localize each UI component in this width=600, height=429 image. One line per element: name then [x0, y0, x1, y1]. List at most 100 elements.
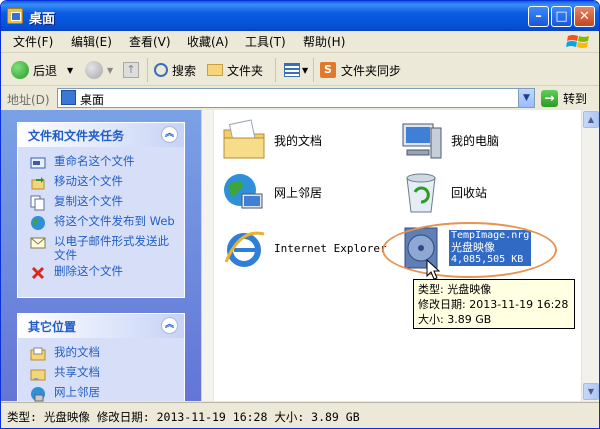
- highlight-ellipse: [382, 222, 557, 278]
- scroll-up-icon[interactable]: ▲: [583, 111, 599, 128]
- globe-icon: [31, 216, 45, 230]
- my-documents-icon: [30, 347, 46, 361]
- views-icon: [284, 63, 300, 77]
- search-button[interactable]: 搜索: [147, 58, 196, 82]
- up-folder-button[interactable]: ↑: [123, 58, 139, 82]
- file-tasks-title: 文件和文件夹任务: [28, 129, 125, 143]
- rename-icon: [30, 157, 46, 169]
- other-places-panel: 其它位置 ︽ 我的文档 共享文档 网上邻居: [17, 313, 185, 404]
- network-icon: [31, 387, 45, 402]
- forward-button[interactable]: ▼: [85, 58, 113, 82]
- folders-button[interactable]: 文件夹: [207, 58, 263, 82]
- forward-arrow-icon: [85, 61, 103, 79]
- delete-icon: [31, 266, 45, 280]
- shared-folder-icon: [30, 369, 46, 381]
- explorer-window: 桌面 – □ ✕ 文件(F) 编辑(E) 查看(V) 收藏(A) 工具(T) 帮…: [0, 0, 600, 429]
- task-copy[interactable]: 复制这个文件: [18, 193, 184, 213]
- up-folder-icon: ↑: [123, 62, 139, 78]
- window-title: 桌面: [29, 12, 56, 27]
- task-delete[interactable]: 删除这个文件: [18, 263, 184, 283]
- maximize-button[interactable]: □: [551, 6, 572, 27]
- item-label: 回收站: [451, 185, 488, 200]
- search-icon: [154, 63, 168, 77]
- item-internet-explorer[interactable]: Internet Explorer: [220, 224, 387, 272]
- go-button[interactable]: → 转到: [541, 89, 587, 107]
- my-documents-folder-icon: [223, 119, 265, 159]
- menu-favorites[interactable]: 收藏(A): [187, 34, 229, 50]
- item-label: 网上邻居: [274, 185, 323, 200]
- folder-sync-button[interactable]: S 文件夹同步: [313, 58, 401, 82]
- back-arrow-icon: [11, 61, 29, 79]
- windows-logo-icon: [566, 35, 589, 48]
- address-bar: 地址(D) 桌面 ▼ → 转到: [1, 87, 599, 109]
- tooltip-type: 类型: 光盘映像: [418, 283, 492, 296]
- email-icon: [30, 237, 46, 249]
- task-rename[interactable]: 重命名这个文件: [18, 153, 184, 173]
- mouse-cursor-icon: [426, 259, 441, 280]
- collapse-chevron-icon[interactable]: ︽: [161, 317, 178, 334]
- network-places-icon: [224, 174, 263, 209]
- menu-view[interactable]: 查看(V): [129, 34, 171, 50]
- place-shared-documents[interactable]: 共享文档: [18, 364, 184, 384]
- file-tooltip: 类型: 光盘映像 修改日期: 2013-11-19 16:28 大小: 3.89…: [413, 279, 575, 329]
- title-bar[interactable]: 桌面 – □ ✕: [1, 1, 599, 31]
- views-dropdown-icon: ▼: [302, 65, 309, 75]
- place-my-documents[interactable]: 我的文档: [18, 344, 184, 364]
- menu-file[interactable]: 文件(F): [13, 34, 53, 50]
- address-value: 桌面: [80, 93, 105, 107]
- item-label: 我的文档: [274, 133, 323, 148]
- menu-tools[interactable]: 工具(T): [245, 34, 286, 50]
- address-input[interactable]: 桌面 ▼: [57, 88, 535, 108]
- back-label: 后退: [33, 63, 58, 78]
- item-network-places[interactable]: 网上邻居: [220, 168, 322, 216]
- address-dropdown-icon[interactable]: ▼: [518, 89, 534, 107]
- file-tasks-panel: 文件和文件夹任务 ︽ 重命名这个文件 移动这个文件 复制这个文件 将这个文件发布…: [17, 122, 185, 298]
- copy-icon: [30, 195, 45, 211]
- go-arrow-icon: →: [541, 89, 558, 107]
- status-text: 类型: 光盘映像 修改日期: 2013-11-19 16:28 大小: 3.89…: [7, 410, 360, 424]
- task-pane-scrollbar[interactable]: [201, 110, 213, 401]
- task-move[interactable]: 移动这个文件: [18, 173, 184, 193]
- folders-label: 文件夹: [227, 63, 264, 78]
- task-pane: 文件和文件夹任务 ︽ 重命名这个文件 移动这个文件 复制这个文件 将这个文件发布…: [1, 110, 201, 404]
- collapse-chevron-icon[interactable]: ︽: [161, 126, 178, 143]
- close-button[interactable]: ✕: [574, 6, 595, 27]
- window-app-icon: [7, 8, 23, 24]
- status-bar: 类型: 光盘映像 修改日期: 2013-11-19 16:28 大小: 3.89…: [1, 402, 599, 428]
- item-recycle-bin[interactable]: 回收站: [397, 168, 487, 216]
- recycle-bin-icon: [406, 173, 436, 213]
- go-label: 转到: [563, 91, 588, 106]
- item-my-computer[interactable]: 我的电脑: [397, 116, 499, 164]
- item-label: 我的电脑: [451, 133, 500, 148]
- toolbar: 后退 ▼ ▼ ↑ 搜索 文件夹 ▼ S 文件夹同步: [1, 54, 599, 86]
- item-my-documents[interactable]: 我的文档: [220, 116, 322, 164]
- my-computer-icon: [402, 123, 442, 159]
- tooltip-modified: 修改日期: 2013-11-19 16:28: [418, 298, 569, 311]
- address-label: 地址(D): [7, 93, 50, 107]
- search-label: 搜索: [172, 63, 197, 78]
- back-dropdown-icon[interactable]: ▼: [67, 66, 73, 75]
- sync-icon: S: [320, 62, 336, 78]
- forward-dropdown-icon[interactable]: ▼: [107, 66, 113, 75]
- back-button[interactable]: 后退 ▼: [11, 58, 73, 82]
- menu-edit[interactable]: 编辑(E): [71, 34, 112, 50]
- internet-explorer-icon: [224, 231, 265, 267]
- tooltip-size: 大小: 3.89 GB: [418, 313, 492, 326]
- other-places-title: 其它位置: [28, 320, 77, 334]
- minimize-button[interactable]: –: [528, 6, 549, 27]
- desktop-icon: [61, 90, 76, 105]
- menu-bar: 文件(F) 编辑(E) 查看(V) 收藏(A) 工具(T) 帮助(H): [1, 31, 599, 53]
- folder-sync-label: 文件夹同步: [341, 63, 402, 78]
- item-label: Internet Explorer: [274, 241, 387, 255]
- main-scrollbar[interactable]: ▲ ▼: [581, 110, 599, 401]
- place-network[interactable]: 网上邻居: [18, 384, 184, 404]
- task-email[interactable]: 以电子邮件形式发送此文件: [18, 233, 184, 263]
- views-button[interactable]: ▼: [275, 58, 308, 82]
- menu-help[interactable]: 帮助(H): [303, 34, 345, 50]
- folder-icon: [207, 64, 223, 76]
- other-places-header[interactable]: 其它位置 ︽: [18, 314, 184, 338]
- scroll-down-icon[interactable]: ▼: [583, 383, 599, 400]
- move-icon: [31, 177, 45, 190]
- file-tasks-header[interactable]: 文件和文件夹任务 ︽: [18, 123, 184, 147]
- task-publish-web[interactable]: 将这个文件发布到 Web: [18, 213, 184, 233]
